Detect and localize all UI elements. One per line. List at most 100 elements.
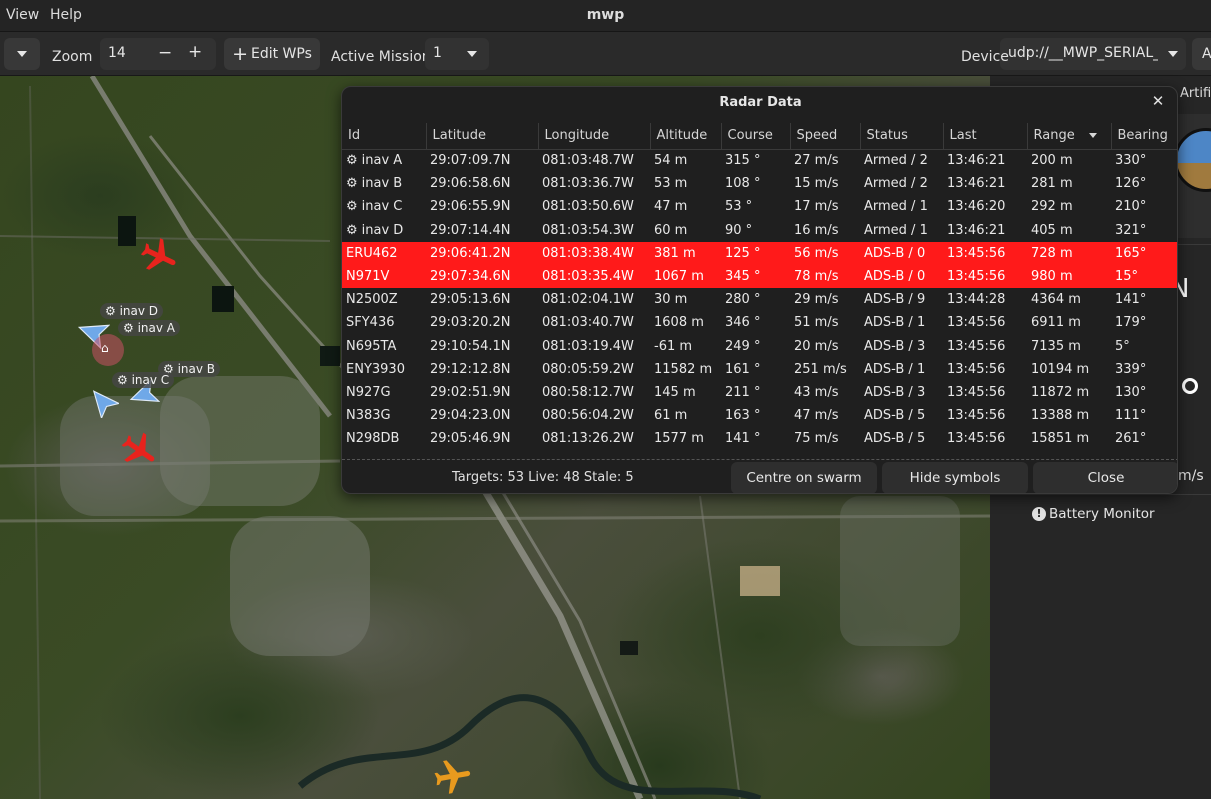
cell-longitude: 081:03:48.7W [542, 153, 634, 169]
table-row[interactable]: SFY436 29:03:20.2N 081:03:40.7W 1608 m 346 °… [342, 311, 1177, 334]
adsb-aircraft-icon[interactable] [138, 236, 180, 278]
main-menu-dropdown[interactable] [4, 38, 40, 70]
table-row[interactable]: ⚙ inav A 29:07:09.7N 081:03:48.7W 54 m 315 ° 2… [342, 149, 1177, 172]
table-row[interactable]: N695TA 29:10:54.1N 081:03:19.4W -61 m 249 ° 2… [342, 335, 1177, 358]
cell-longitude: 080:56:04.2W [542, 408, 634, 424]
column-header-status[interactable]: Status [860, 123, 944, 150]
home-position-marker[interactable]: ⌂ [92, 334, 124, 366]
cell-status: ADS-B / 5 [864, 408, 926, 424]
cell-last: 13:45:56 [947, 361, 1006, 377]
zoom-value[interactable]: 14 [108, 45, 126, 61]
cell-id: ⚙ inav C [346, 199, 403, 215]
table-row[interactable]: N971V 29:07:34.6N 081:03:35.4W 1067 m 345 ° 7… [342, 264, 1177, 289]
cell-latitude: 29:07:34.6N [426, 264, 538, 289]
compass-center-icon [1182, 378, 1198, 394]
adsb-aircraft-icon[interactable] [118, 430, 160, 472]
cell-status: ADS-B / 9 [864, 292, 926, 308]
cell-latitude: 29:06:58.6N [430, 176, 511, 192]
cell-range: 728 m [1027, 241, 1111, 265]
cell-range: 6911 m [1031, 315, 1081, 331]
cell-altitude: 1577 m [654, 431, 704, 447]
window-title: mwp [586, 7, 625, 23]
table-row[interactable]: N927G 29:02:51.9N 080:58:12.7W 145 m 211 ° 43… [342, 381, 1177, 404]
column-header-id[interactable]: Id [342, 123, 427, 150]
centre-on-swarm-button[interactable]: Centre on swarm [731, 462, 877, 493]
cell-altitude: 61 m [654, 408, 688, 424]
cell-course: 249 ° [725, 338, 761, 354]
cell-speed: 47 m/s [794, 408, 839, 424]
overflow-button[interactable]: A [1192, 38, 1211, 70]
table-row[interactable]: N2500Z 29:05:13.6N 081:02:04.1W 30 m 280 ° 29… [342, 288, 1177, 311]
cell-course: 90 ° [725, 222, 753, 238]
edit-wps-button[interactable]: + Edit WPs [224, 38, 320, 70]
cell-id: SFY436 [346, 315, 395, 331]
column-header-altitude[interactable]: Altitude [650, 123, 722, 150]
sort-descending-icon [1088, 133, 1097, 139]
cell-id: ENY3930 [346, 361, 405, 377]
battery-monitor-header[interactable]: ! Battery Monitor [1032, 506, 1155, 522]
radar-table-body: ⚙ inav A 29:07:09.7N 081:03:48.7W 54 m 315 ° 2… [342, 149, 1177, 450]
cell-bearing: 339° [1115, 361, 1147, 377]
table-row[interactable]: ⚙ inav D 29:07:14.4N 081:03:54.3W 60 m 90 ° 16… [342, 219, 1177, 242]
cell-bearing: 321° [1115, 222, 1147, 238]
inav-marker-icon[interactable] [85, 384, 119, 418]
table-row[interactable]: ⚙ inav B 29:06:58.6N 081:03:36.7W 53 m 108 ° 1… [342, 172, 1177, 195]
device-entry[interactable]: udp://__MWP_SERIAL_H [1000, 38, 1186, 70]
cell-range: 292 m [1031, 199, 1073, 215]
table-row[interactable]: ERU462 29:06:41.2N 081:03:38.4W 381 m 125 ° 5… [342, 241, 1177, 265]
hide-symbols-button[interactable]: Hide symbols [882, 462, 1028, 493]
column-header-longitude[interactable]: Longitude [538, 123, 651, 150]
home-icon: ⌂ [101, 341, 109, 355]
zoom-spinner[interactable]: 14 − + [100, 38, 216, 70]
cell-status: ADS-B / 3 [864, 384, 926, 400]
cell-bearing: 165° [1111, 241, 1177, 265]
device-value[interactable]: udp://__MWP_SERIAL_H [1008, 45, 1171, 61]
cell-longitude: 081:03:40.7W [542, 315, 634, 331]
active-mission-dropdown[interactable]: 1 [425, 38, 489, 70]
cell-altitude: 381 m [650, 241, 721, 265]
cell-id: ⚙ inav B [346, 176, 403, 192]
panel-divider [990, 494, 1211, 495]
cell-bearing: 141° [1115, 292, 1147, 308]
cell-last: 13:46:21 [947, 176, 1006, 192]
header-bar: View Help mwp [0, 0, 1211, 32]
cell-speed: 75 m/s [794, 431, 839, 447]
menu-help[interactable]: Help [50, 7, 82, 23]
cell-bearing: 210° [1115, 199, 1147, 215]
column-header-speed[interactable]: Speed [790, 123, 861, 150]
table-row[interactable]: ENY3930 29:12:12.8N 080:05:59.2W 11582 m 161… [342, 358, 1177, 381]
cell-bearing: 130° [1115, 384, 1147, 400]
device-dropdown-button[interactable] [1158, 38, 1186, 70]
active-mission-label: Active Mission [331, 49, 431, 65]
cell-course: 280 ° [725, 292, 761, 308]
close-icon[interactable]: ✕ [1149, 92, 1167, 110]
column-header-last[interactable]: Last [943, 123, 1028, 150]
cell-speed: 20 m/s [794, 338, 839, 354]
map-label-inav-c: ⚙ inav C [112, 372, 175, 388]
cell-last: 13:46:21 [947, 153, 1006, 169]
table-row[interactable]: N383G 29:04:23.0N 080:56:04.2W 61 m 163 ° 47 … [342, 404, 1177, 427]
cell-latitude: 29:07:14.4N [430, 222, 511, 238]
cell-id: N383G [346, 408, 391, 424]
cell-longitude: 081:03:38.4W [538, 241, 650, 265]
column-header-range[interactable]: Range [1027, 123, 1112, 150]
table-row[interactable]: ⚙ inav C 29:06:55.9N 081:03:50.6W 47 m 53 ° 17… [342, 195, 1177, 218]
zoom-out-button[interactable]: − [158, 43, 172, 63]
menu-view[interactable]: View [6, 7, 39, 23]
table-row[interactable]: N298DB 29:05:46.9N 081:13:26.2W 1577 m 141 °… [342, 427, 1177, 450]
cell-speed: 29 m/s [794, 292, 839, 308]
device-label: Device [961, 49, 1009, 65]
column-header-bearing[interactable]: Bearing [1111, 123, 1177, 150]
cell-range: 200 m [1031, 153, 1073, 169]
aircraft-icon[interactable] [432, 756, 474, 798]
cell-speed: 78 m/s [790, 264, 860, 289]
radar-dialog-title: Radar Data [719, 95, 802, 110]
cell-altitude: 1067 m [650, 264, 721, 289]
gear-icon: ⚙ [346, 199, 358, 215]
column-header-latitude[interactable]: Latitude [426, 123, 539, 150]
close-button[interactable]: Close [1033, 462, 1177, 493]
column-header-course[interactable]: Course [721, 123, 791, 150]
zoom-in-button[interactable]: + [188, 42, 202, 62]
cell-course: 211 ° [725, 384, 761, 400]
cell-speed: 43 m/s [794, 384, 839, 400]
